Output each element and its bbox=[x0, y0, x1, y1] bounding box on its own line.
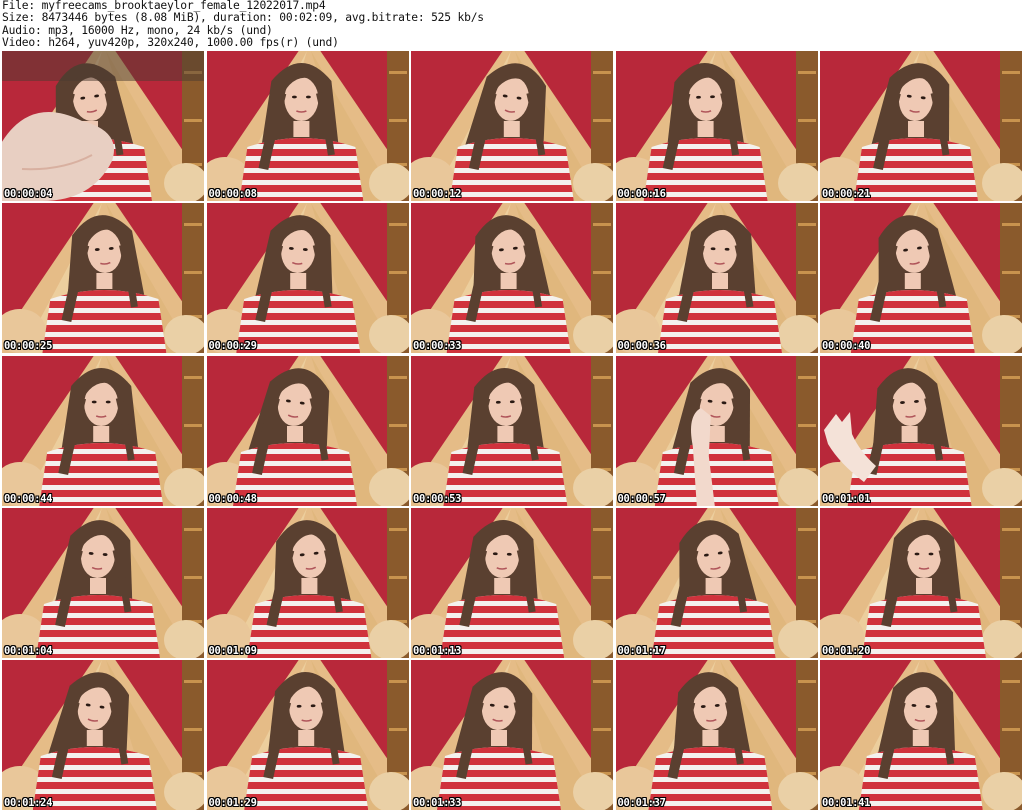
thumbnail-timestamp: 00:00:16 bbox=[617, 188, 666, 200]
thumbnail-timestamp: 00:01:37 bbox=[617, 797, 666, 810]
thumbnail-timestamp: 00:01:33 bbox=[413, 797, 462, 810]
thumbnail-timestamp: 00:00:40 bbox=[822, 340, 871, 353]
thumbnail-image bbox=[206, 355, 409, 506]
thumbnail-timestamp: 00:00:44 bbox=[4, 492, 53, 505]
thumbnail-timestamp: 00:00:08 bbox=[208, 188, 257, 200]
thumbnail-timestamp: 00:00:53 bbox=[413, 492, 462, 505]
video-thumbnail: 00:01:13 bbox=[411, 507, 613, 658]
thumbnail-image bbox=[206, 507, 409, 658]
thumbnail-timestamp: 00:01:17 bbox=[617, 644, 666, 657]
video-thumbnail: 00:00:12 bbox=[411, 51, 613, 201]
thumbnail-timestamp: 00:00:25 bbox=[4, 340, 53, 353]
thumbnail-timestamp: 00:00:57 bbox=[617, 492, 666, 505]
thumbnail-image bbox=[820, 507, 1022, 658]
thumbnail-image bbox=[411, 660, 613, 811]
thumbnail-image bbox=[2, 355, 204, 506]
thumbnail-timestamp: 00:00:33 bbox=[413, 340, 462, 353]
video-thumbnail: 00:01:37 bbox=[615, 660, 818, 811]
video-thumbnail: 00:00:33 bbox=[411, 203, 613, 354]
thumbnail-timestamp: 00:01:13 bbox=[413, 644, 462, 657]
video-thumbnail: 00:00:48 bbox=[206, 355, 409, 506]
thumbnail-image bbox=[411, 507, 613, 658]
video-thumbnail: 00:01:24 bbox=[2, 660, 204, 811]
thumbnail-timestamp: 00:01:01 bbox=[822, 492, 871, 505]
video-thumbnail: 00:00:04 bbox=[2, 51, 204, 201]
video-thumbnail: 00:01:09 bbox=[206, 507, 409, 658]
contact-sheet: File: myfreecams_brooktaeylor_female_120… bbox=[0, 0, 1024, 811]
thumbnail-image bbox=[615, 660, 818, 811]
video-info-line: Video: h264, yuv420p, 320x240, 1000.00 f… bbox=[2, 36, 339, 50]
thumbnail-timestamp: 00:01:24 bbox=[4, 797, 53, 810]
thumbnail-timestamp: 00:00:29 bbox=[208, 340, 257, 353]
video-info-header: File: myfreecams_brooktaeylor_female_120… bbox=[2, 0, 1022, 50]
video-thumbnail: 00:00:44 bbox=[2, 355, 204, 506]
video-thumbnail: 00:00:29 bbox=[206, 203, 409, 354]
thumbnail-image bbox=[206, 203, 409, 354]
thumbnail-image bbox=[615, 507, 818, 658]
video-thumbnail: 00:00:57 bbox=[615, 355, 818, 506]
video-thumbnail: 00:00:36 bbox=[615, 203, 818, 354]
thumbnail-image bbox=[820, 203, 1022, 354]
thumbnail-image bbox=[411, 51, 613, 201]
file-size-line: Size: 8473446 bytes (8.08 MiB), duration… bbox=[2, 11, 484, 25]
video-thumbnail: 00:01:33 bbox=[411, 660, 613, 811]
video-thumbnail: 00:01:04 bbox=[2, 507, 204, 658]
thumbnail-image bbox=[206, 51, 409, 201]
thumbnail-image bbox=[615, 51, 818, 201]
thumbnail-timestamp: 00:00:12 bbox=[413, 188, 462, 200]
video-thumbnail: 00:00:08 bbox=[206, 51, 409, 201]
thumbnail-image bbox=[2, 660, 204, 811]
thumbnail-timestamp: 00:01:20 bbox=[822, 644, 871, 657]
video-thumbnail: 00:01:01 bbox=[820, 355, 1022, 506]
thumbnail-image bbox=[411, 355, 613, 506]
video-thumbnail: 00:00:53 bbox=[411, 355, 613, 506]
video-thumbnail: 00:00:25 bbox=[2, 203, 204, 354]
thumbnail-timestamp: 00:01:09 bbox=[208, 644, 257, 657]
thumbnail-timestamp: 00:00:48 bbox=[208, 492, 257, 505]
thumbnail-image bbox=[206, 660, 409, 811]
thumbnail-image bbox=[820, 51, 1022, 201]
thumbnail-image bbox=[820, 355, 1022, 506]
video-thumbnail: 00:01:41 bbox=[820, 660, 1022, 811]
thumbnail-timestamp: 00:00:21 bbox=[822, 188, 871, 200]
video-thumbnail: 00:00:40 bbox=[820, 203, 1022, 354]
thumbnail-timestamp: 00:00:36 bbox=[617, 340, 666, 353]
video-thumbnail: 00:00:16 bbox=[615, 51, 818, 201]
thumbnail-image bbox=[820, 660, 1022, 811]
thumbnail-image bbox=[411, 203, 613, 354]
thumbnail-image bbox=[615, 355, 818, 506]
thumbnail-timestamp: 00:00:04 bbox=[4, 188, 53, 200]
thumbnail-grid: 00:00:04 00:00:08 00:00:12 00:00:16 00:00:21… bbox=[2, 51, 1022, 811]
video-thumbnail: 00:01:17 bbox=[615, 507, 818, 658]
thumbnail-image bbox=[2, 203, 204, 354]
video-thumbnail: 00:01:20 bbox=[820, 507, 1022, 658]
thumbnail-image bbox=[615, 203, 818, 354]
thumbnail-image bbox=[2, 51, 204, 201]
thumbnail-timestamp: 00:01:29 bbox=[208, 797, 257, 810]
thumbnail-timestamp: 00:01:04 bbox=[4, 644, 53, 657]
thumbnail-image bbox=[2, 507, 204, 658]
video-thumbnail: 00:00:21 bbox=[820, 51, 1022, 201]
video-thumbnail: 00:01:29 bbox=[206, 660, 409, 811]
thumbnail-timestamp: 00:01:41 bbox=[822, 797, 871, 810]
